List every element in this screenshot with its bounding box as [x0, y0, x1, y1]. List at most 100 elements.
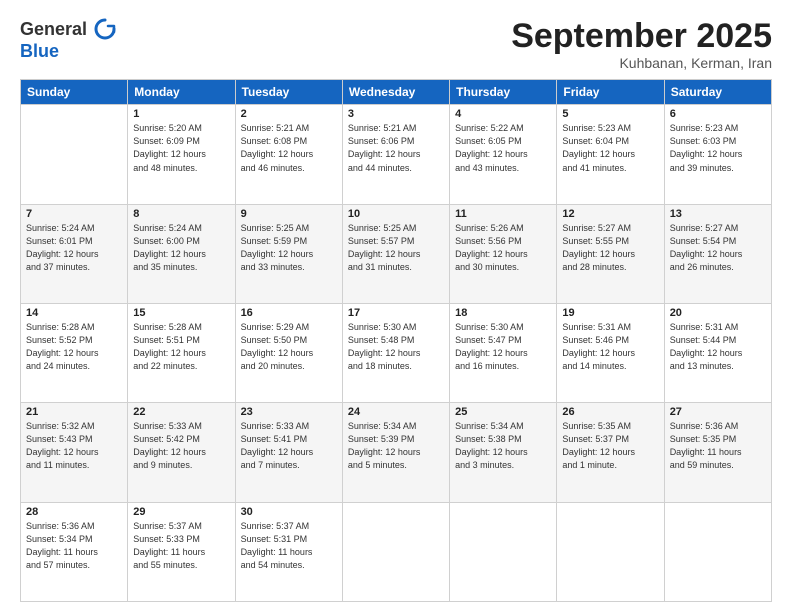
day-number: 20	[670, 307, 766, 319]
day-info: Sunrise: 5:27 AMSunset: 5:54 PMDaylight:…	[670, 222, 766, 274]
calendar-cell	[342, 502, 449, 601]
calendar-cell: 21Sunrise: 5:32 AMSunset: 5:43 PMDayligh…	[21, 403, 128, 502]
calendar-cell: 19 Sunrise: 5:31 AMSunset: 5:46 PMDayligh…	[557, 304, 664, 403]
day-info: Sunrise: 5:30 AMSunset: 5:48 PMDaylight:…	[348, 321, 444, 373]
day-number: 13	[670, 208, 766, 220]
calendar-cell: 8 Sunrise: 5:24 AMSunset: 6:00 PMDaylight…	[128, 204, 235, 303]
day-number: 25	[455, 406, 551, 418]
day-info: Sunrise: 5:34 AMSunset: 5:39 PMDaylight:…	[348, 420, 444, 472]
weekday-header-wednesday: Wednesday	[342, 80, 449, 105]
day-info: Sunrise: 5:24 AMSunset: 6:00 PMDaylight:…	[133, 222, 229, 274]
day-info: Sunrise: 5:24 AMSunset: 6:01 PMDaylight:…	[26, 222, 122, 274]
day-number: 1	[133, 108, 229, 120]
day-number: 21	[26, 406, 122, 418]
calendar-cell: 3 Sunrise: 5:21 AMSunset: 6:06 PMDaylight…	[342, 105, 449, 204]
weekday-header-saturday: Saturday	[664, 80, 771, 105]
day-number: 14	[26, 307, 122, 319]
calendar-cell: 11Sunrise: 5:26 AMSunset: 5:56 PMDayligh…	[450, 204, 557, 303]
day-info: Sunrise: 5:33 AMSunset: 5:42 PMDaylight:…	[133, 420, 229, 472]
day-info: Sunrise: 5:36 AMSunset: 5:34 PMDaylight:…	[26, 520, 122, 572]
calendar-cell: 10 Sunrise: 5:25 AMSunset: 5:57 PMDayligh…	[342, 204, 449, 303]
day-info: Sunrise: 5:20 AMSunset: 6:09 PMDaylight:…	[133, 122, 229, 174]
calendar-cell: 4 Sunrise: 5:22 AMSunset: 6:05 PMDaylight…	[450, 105, 557, 204]
weekday-header-thursday: Thursday	[450, 80, 557, 105]
calendar-cell: 14 Sunrise: 5:28 AMSunset: 5:52 PMDayligh…	[21, 304, 128, 403]
header: General Blue September 2025 Kuhbanan, Ke…	[20, 18, 772, 71]
logo-icon	[94, 18, 116, 40]
day-number: 18	[455, 307, 551, 319]
calendar-cell	[450, 502, 557, 601]
day-number: 7	[26, 208, 122, 220]
weekday-header-tuesday: Tuesday	[235, 80, 342, 105]
day-info: Sunrise: 5:25 AMSunset: 5:57 PMDaylight:…	[348, 222, 444, 274]
day-info: Sunrise: 5:29 AMSunset: 5:50 PMDaylight:…	[241, 321, 337, 373]
day-info: Sunrise: 5:35 AMSunset: 5:37 PMDaylight:…	[562, 420, 658, 472]
calendar-cell: 1 Sunrise: 5:20 AMSunset: 6:09 PMDaylight…	[128, 105, 235, 204]
weekday-header-friday: Friday	[557, 80, 664, 105]
day-number: 22	[133, 406, 229, 418]
calendar-cell	[664, 502, 771, 601]
day-info: Sunrise: 5:31 AMSunset: 5:44 PMDaylight:…	[670, 321, 766, 373]
calendar-cell: 7 Sunrise: 5:24 AMSunset: 6:01 PMDaylight…	[21, 204, 128, 303]
day-info: Sunrise: 5:27 AMSunset: 5:55 PMDaylight:…	[562, 222, 658, 274]
day-number: 28	[26, 506, 122, 518]
calendar-cell	[557, 502, 664, 601]
calendar-cell: 25 Sunrise: 5:34 AMSunset: 5:38 PMDayligh…	[450, 403, 557, 502]
day-info: Sunrise: 5:37 AMSunset: 5:31 PMDaylight:…	[241, 520, 337, 572]
calendar-page: General Blue September 2025 Kuhbanan, Ke…	[0, 0, 792, 612]
day-number: 3	[348, 108, 444, 120]
calendar-cell: 23 Sunrise: 5:33 AMSunset: 5:41 PMDayligh…	[235, 403, 342, 502]
day-number: 24	[348, 406, 444, 418]
day-number: 5	[562, 108, 658, 120]
day-number: 9	[241, 208, 337, 220]
day-info: Sunrise: 5:34 AMSunset: 5:38 PMDaylight:…	[455, 420, 551, 472]
day-number: 29	[133, 506, 229, 518]
location-text: Kuhbanan, Kerman, Iran	[511, 55, 772, 71]
day-info: Sunrise: 5:22 AMSunset: 6:05 PMDaylight:…	[455, 122, 551, 174]
calendar-cell: 16 Sunrise: 5:29 AMSunset: 5:50 PMDayligh…	[235, 304, 342, 403]
day-info: Sunrise: 5:25 AMSunset: 5:59 PMDaylight:…	[241, 222, 337, 274]
day-info: Sunrise: 5:31 AMSunset: 5:46 PMDaylight:…	[562, 321, 658, 373]
day-info: Sunrise: 5:37 AMSunset: 5:33 PMDaylight:…	[133, 520, 229, 572]
day-info: Sunrise: 5:23 AMSunset: 6:03 PMDaylight:…	[670, 122, 766, 174]
day-info: Sunrise: 5:28 AMSunset: 5:52 PMDaylight:…	[26, 321, 122, 373]
day-number: 10	[348, 208, 444, 220]
calendar-cell: 24 Sunrise: 5:34 AMSunset: 5:39 PMDayligh…	[342, 403, 449, 502]
day-info: Sunrise: 5:21 AMSunset: 6:08 PMDaylight:…	[241, 122, 337, 174]
day-info: Sunrise: 5:30 AMSunset: 5:47 PMDaylight:…	[455, 321, 551, 373]
calendar-cell: 26 Sunrise: 5:35 AMSunset: 5:37 PMDayligh…	[557, 403, 664, 502]
day-number: 8	[133, 208, 229, 220]
calendar-cell	[21, 105, 128, 204]
day-number: 15	[133, 307, 229, 319]
weekday-header-sunday: Sunday	[21, 80, 128, 105]
month-title: September 2025	[511, 18, 772, 55]
calendar-cell: 6 Sunrise: 5:23 AMSunset: 6:03 PMDaylight…	[664, 105, 771, 204]
calendar-cell: 12Sunrise: 5:27 AMSunset: 5:55 PMDayligh…	[557, 204, 664, 303]
calendar-cell: 13 Sunrise: 5:27 AMSunset: 5:54 PMDayligh…	[664, 204, 771, 303]
logo: General Blue	[20, 18, 116, 62]
day-number: 23	[241, 406, 337, 418]
calendar-table: SundayMondayTuesdayWednesdayThursdayFrid…	[20, 79, 772, 602]
calendar-cell: 20 Sunrise: 5:31 AMSunset: 5:44 PMDayligh…	[664, 304, 771, 403]
day-number: 16	[241, 307, 337, 319]
title-block: September 2025 Kuhbanan, Kerman, Iran	[511, 18, 772, 71]
day-number: 17	[348, 307, 444, 319]
day-number: 11	[455, 208, 551, 220]
day-number: 4	[455, 108, 551, 120]
day-number: 26	[562, 406, 658, 418]
day-info: Sunrise: 5:23 AMSunset: 6:04 PMDaylight:…	[562, 122, 658, 174]
calendar-cell: 29 Sunrise: 5:37 AMSunset: 5:33 PMDayligh…	[128, 502, 235, 601]
calendar-cell: 9 Sunrise: 5:25 AMSunset: 5:59 PMDaylight…	[235, 204, 342, 303]
day-info: Sunrise: 5:36 AMSunset: 5:35 PMDaylight:…	[670, 420, 766, 472]
day-info: Sunrise: 5:21 AMSunset: 6:06 PMDaylight:…	[348, 122, 444, 174]
day-info: Sunrise: 5:33 AMSunset: 5:41 PMDaylight:…	[241, 420, 337, 472]
calendar-cell: 5 Sunrise: 5:23 AMSunset: 6:04 PMDaylight…	[557, 105, 664, 204]
calendar-cell: 18 Sunrise: 5:30 AMSunset: 5:47 PMDayligh…	[450, 304, 557, 403]
calendar-cell: 28 Sunrise: 5:36 AMSunset: 5:34 PMDayligh…	[21, 502, 128, 601]
logo-general-text: General	[20, 19, 87, 39]
calendar-cell: 27Sunrise: 5:36 AMSunset: 5:35 PMDayligh…	[664, 403, 771, 502]
day-number: 6	[670, 108, 766, 120]
logo-blue-text: Blue	[20, 42, 116, 62]
day-number: 19	[562, 307, 658, 319]
day-number: 30	[241, 506, 337, 518]
